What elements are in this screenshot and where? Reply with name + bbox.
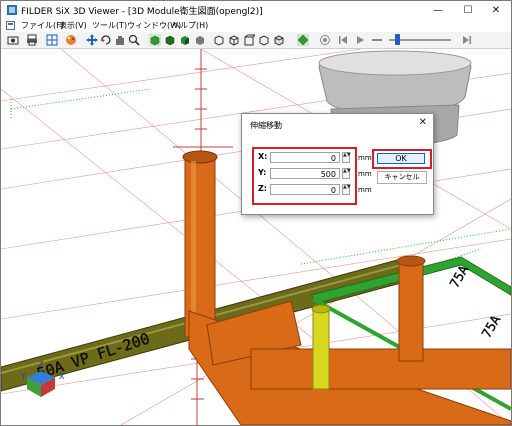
pipe-label-75a-side: 75A (479, 313, 504, 341)
window-title: FILDER SiX 3D Viewer - [3D Module衛生図面(op… (21, 7, 263, 17)
stop-icon[interactable] (371, 34, 383, 46)
pan-hand-icon[interactable] (114, 34, 126, 46)
view-diamond-icon[interactable] (297, 34, 309, 46)
cancel-button[interactable]: キャンセル (377, 171, 427, 184)
print-icon[interactable] (26, 34, 38, 46)
y-input[interactable]: 500 (270, 168, 340, 179)
document-icon[interactable] (6, 21, 15, 30)
skip-back-icon[interactable] (337, 34, 349, 46)
x-unit: mm (358, 154, 372, 162)
x-label: X: (258, 152, 268, 161)
zoom-icon[interactable] (128, 34, 140, 46)
color-palette-icon[interactable] (65, 34, 77, 46)
toolbar (1, 32, 511, 49)
pipe-orange-riser[interactable] (182, 150, 218, 338)
cube-dark-icon[interactable] (164, 34, 176, 46)
cube-front-icon[interactable] (243, 34, 255, 46)
y-unit: mm (358, 170, 372, 178)
z-unit: mm (358, 186, 372, 194)
x-input[interactable]: 0 (270, 152, 340, 163)
minimize-button[interactable]: — (423, 1, 453, 19)
axis-label-y: Y (20, 372, 26, 381)
cube-top-icon[interactable] (273, 34, 285, 46)
cube-wire-icon[interactable] (213, 34, 225, 46)
cube-shaded-icon[interactable] (179, 34, 191, 46)
grid-view-icon[interactable] (46, 34, 58, 46)
rotate-icon[interactable] (100, 34, 112, 46)
y-label: Y: (258, 168, 267, 177)
title-bar: FILDER SiX 3D Viewer - [3D Module衛生図面(op… (1, 1, 511, 19)
play-icon[interactable] (354, 34, 366, 46)
camera-icon[interactable] (7, 34, 19, 46)
3d-scene: 50A VP FL-200 75A 75A Z Y X (1, 49, 511, 425)
playback-slider-thumb[interactable] (395, 34, 400, 45)
record-icon[interactable] (319, 34, 331, 46)
app-icon (7, 5, 17, 15)
z-spinner[interactable]: ▲▼ (342, 184, 351, 195)
app-window: FILDER SiX 3D Viewer - [3D Module衛生図面(op… (0, 0, 512, 426)
cube-outline-icon[interactable] (228, 34, 240, 46)
x-spinner[interactable]: ▲▼ (342, 152, 351, 163)
close-button[interactable]: ✕ (481, 1, 511, 19)
move-icon[interactable] (86, 34, 98, 46)
dialog-close-button[interactable]: ✕ (419, 117, 427, 128)
3d-viewport[interactable]: 50A VP FL-200 75A 75A Z Y X (1, 49, 511, 425)
menu-file[interactable]: ファイル(F) (21, 20, 64, 31)
axis-label-z: Z (38, 360, 44, 369)
pipe-yellow[interactable] (311, 304, 331, 390)
maximize-button[interactable]: ☐ (453, 1, 483, 19)
y-spinner[interactable]: ▲▼ (342, 168, 351, 179)
cube-solid-icon[interactable] (149, 34, 161, 46)
z-input[interactable]: 0 (270, 184, 340, 195)
cube-side-icon[interactable] (258, 34, 270, 46)
axis-label-x: X (59, 372, 65, 381)
ok-button[interactable]: OK (377, 153, 425, 164)
menu-tools[interactable]: ツール(T) (92, 20, 127, 31)
dialog-title: 伸縮移動 (250, 121, 282, 130)
menu-help[interactable]: ヘルプ(H) (172, 20, 208, 31)
menu-view[interactable]: 表示(V) (59, 20, 87, 31)
stretch-move-dialog: 伸縮移動 ✕ X: 0 ▲▼ mm Y: 500 ▲▼ mm Z: 0 ▲▼ m… (241, 113, 434, 215)
cube-gray-icon[interactable] (194, 34, 206, 46)
z-label: Z: (258, 184, 267, 193)
ok-button-highlight: OK (372, 149, 432, 169)
menu-bar: ファイル(F) 表示(V) ツール(T) ウィンドウ(W) ヘルプ(H) (1, 19, 511, 32)
skip-forward-icon[interactable] (461, 34, 473, 46)
